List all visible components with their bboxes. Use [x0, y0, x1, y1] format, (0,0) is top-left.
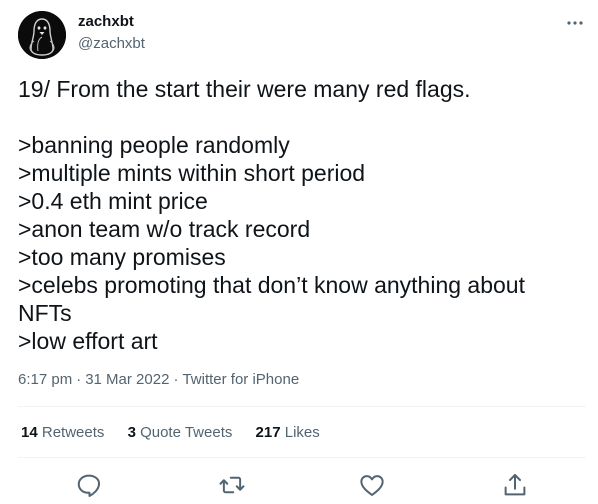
retweet-button[interactable] [217, 470, 247, 500]
like-button[interactable] [357, 470, 387, 500]
tweet-time[interactable]: 6:17 pm [18, 371, 72, 388]
more-horizontal-icon [567, 21, 583, 25]
divider [18, 406, 586, 407]
tweet-metadata: 6:17 pm · 31 Mar 2022 · Twitter for iPhone [18, 371, 299, 388]
tweet-source[interactable]: Twitter for iPhone [182, 371, 299, 388]
share-icon [504, 474, 526, 496]
likes-stat[interactable]: 217 Likes [256, 424, 320, 441]
avatar[interactable] [18, 11, 66, 59]
author-handle[interactable]: @zachxbt [78, 35, 145, 52]
author-name[interactable]: zachxbt [78, 13, 134, 30]
retweet-icon [219, 476, 245, 494]
meta-separator: · [76, 371, 82, 388]
retweets-count: 14 [21, 424, 38, 441]
penguin-avatar-icon [18, 11, 66, 59]
action-bar [0, 466, 598, 504]
tweet-card: zachxbt @zachxbt 19/ From the start thei… [0, 0, 598, 504]
reply-button[interactable] [74, 470, 104, 500]
divider [18, 457, 586, 458]
retweets-label: Retweets [41, 424, 105, 441]
more-options-button[interactable] [562, 12, 588, 34]
likes-count: 217 [255, 424, 281, 441]
like-icon [360, 475, 384, 496]
quote-tweets-label: Quote Tweets [140, 424, 233, 441]
quote-tweets-stat[interactable]: 3 Quote Tweets [128, 424, 233, 441]
likes-label: Likes [284, 424, 320, 441]
retweets-stat[interactable]: 14 Retweets [21, 424, 104, 441]
reply-icon [77, 474, 101, 497]
share-button[interactable] [500, 470, 530, 500]
tweet-date[interactable]: 31 Mar 2022 [85, 371, 169, 388]
quote-tweets-count: 3 [127, 424, 136, 441]
meta-separator: · [173, 371, 179, 388]
tweet-text: 19/ From the start their were many red f… [18, 76, 525, 354]
engagement-stats: 14 Retweets 3 Quote Tweets 217 Likes [21, 424, 339, 441]
